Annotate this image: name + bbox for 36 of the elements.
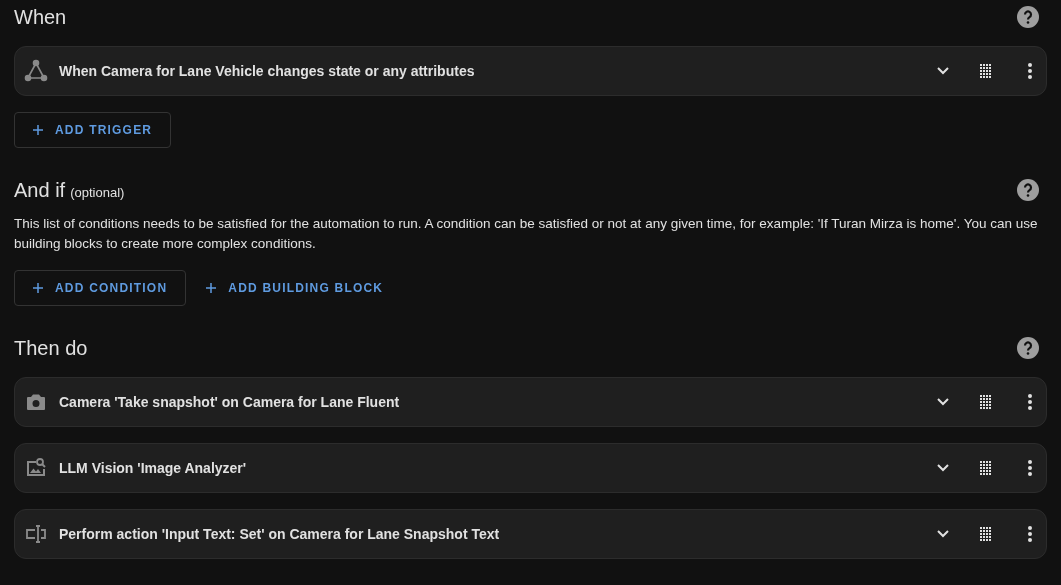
more-icon[interactable] [1028,526,1032,542]
chevron-down-icon[interactable] [936,529,950,539]
help-icon[interactable] [1017,337,1039,359]
section-title: When [14,5,67,30]
add-button[interactable]: ADD TRIGGER [14,112,172,148]
help-icon[interactable] [1017,6,1039,28]
more-icon[interactable] [1028,394,1032,410]
section-title: Then do [14,336,88,361]
add-button[interactable]: ADD CONDITION [14,270,187,306]
section-title: And if [14,178,66,203]
row-label: Camera 'Take snapshot' on Camera for Lane Fluent [59,392,401,412]
more-icon[interactable] [1028,460,1032,476]
action-row[interactable]: When Camera for Lane Vehicle changes state or any attributes [14,46,1047,96]
section-subtitle: (optional) [70,184,125,202]
drag-handle-icon[interactable] [980,461,992,475]
chevron-down-icon[interactable] [936,463,950,473]
text-cursor-icon [24,522,48,546]
action-row[interactable]: LLM Vision 'Image Analyzer' [14,443,1047,493]
chevron-down-icon[interactable] [936,397,950,407]
row-label: Perform action 'Input Text: Set' on Camera for Lane Snapshot Text [59,524,501,544]
plus-icon [33,283,43,293]
row-label: LLM Vision 'Image Analyzer' [59,458,248,478]
drag-handle-icon[interactable] [980,527,992,541]
help-icon[interactable] [1017,179,1039,201]
action-row[interactable]: Perform action 'Input Text: Set' on Camera for Lane Snapshot Text [14,509,1047,559]
add-button[interactable]: ADD BUILDING BLOCK [188,270,402,306]
plus-icon [33,125,43,135]
drag-handle-icon[interactable] [980,395,992,409]
more-icon[interactable] [1028,63,1032,79]
section-description: This list of conditions needs to be satisfied for the automation to run. A condition can be satisfied or not at any given time, for example: 'If Turan Mirza is home'. You can use building blocks to create more complex conditions. [14,215,1039,253]
chevron-down-icon[interactable] [936,66,950,76]
action-row[interactable]: Camera 'Take snapshot' on Camera for Lane Fluent [14,377,1047,427]
plus-icon [206,283,217,293]
drag-handle-icon[interactable] [980,64,992,78]
row-label: When Camera for Lane Vehicle changes state or any attributes [59,61,476,81]
nodes-icon [24,59,48,83]
